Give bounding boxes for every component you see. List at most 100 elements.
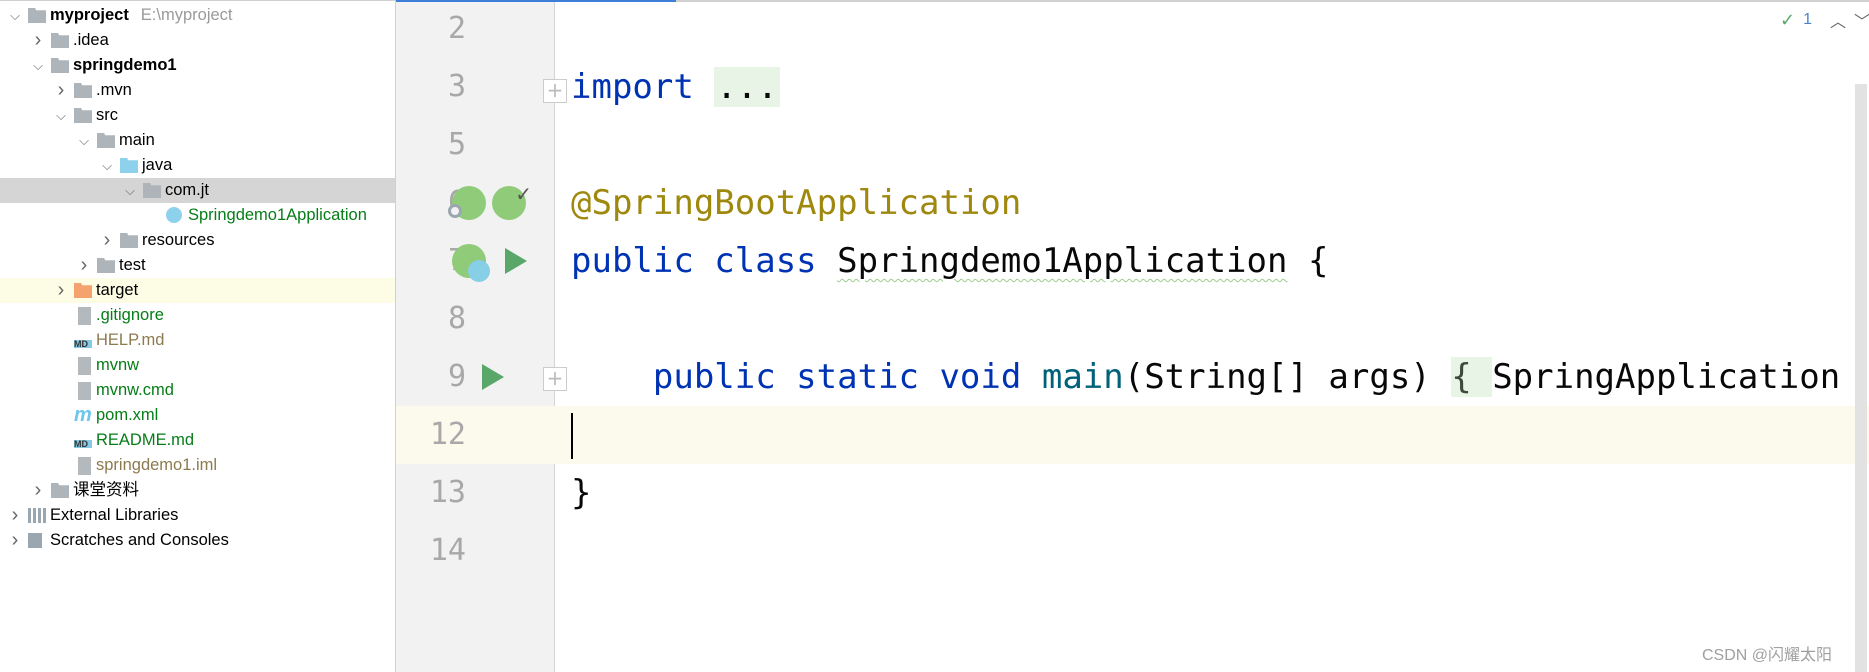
spring-boot-class-icon [166,207,182,223]
resources-folder-icon [120,233,138,248]
tree-item[interactable]: › External Libraries [0,503,395,528]
module-folder-icon [51,58,69,73]
maven-icon: m [74,404,92,426]
module-folder-icon [28,8,46,23]
code-line-13[interactable]: } [571,464,591,522]
tree-item-label: .gitignore [96,306,164,324]
tree-item-label: Springdemo1Application [188,206,367,224]
line-number: 5 [447,127,466,162]
line-number: 9 [447,359,466,394]
tree-item-label: pom.xml [96,406,159,424]
keyword: public class [571,241,817,281]
tree-item[interactable]: mvnw.cmd [0,378,395,403]
tree-item[interactable]: › .mvn [0,78,395,103]
tree-item-label: 课堂资料 [73,481,139,499]
package-icon [143,183,161,198]
chevron-right-icon[interactable]: › [31,28,45,53]
class-icon [468,260,490,282]
spring-bean-icon[interactable] [448,186,486,220]
tree-item[interactable]: mvnw [0,353,395,378]
shell-script-icon [78,357,91,375]
line-number: 2 [447,11,466,46]
chevron-right-icon[interactable]: › [54,78,68,103]
tree-item-label: Scratches and Consoles [50,531,229,549]
scratches-icon [28,533,42,548]
run-class-icon[interactable] [505,248,527,274]
line-number: 12 [429,417,466,452]
chevron-right-icon[interactable]: › [100,228,114,253]
keyword: public static void [652,357,1022,397]
tree-item[interactable]: › Scratches and Consoles [0,528,395,553]
keyword: import [571,67,694,107]
chevron-up-icon[interactable]: ︿ [1830,8,1846,32]
tree-item-label: resources [142,231,215,249]
tree-item-label: springdemo1 [73,56,177,74]
chevron-right-icon[interactable]: › [31,478,45,503]
chevron-down-icon[interactable]: ⌵ [77,128,91,153]
tree-item[interactable]: ⌵ java [0,153,395,178]
tree-item-label: test [119,256,146,274]
code-text: SpringApplication [1492,357,1841,397]
text-caret [571,413,573,459]
source-folder-icon [120,158,138,173]
chevron-down-icon[interactable]: ⌵ [8,3,22,28]
tree-item-label: mvnw.cmd [96,381,174,399]
class-name: Springdemo1Application [837,241,1288,281]
tree-item[interactable]: › test [0,253,395,278]
chevron-down-icon[interactable]: ﹀ [1854,8,1869,32]
tree-item-label: main [119,131,155,149]
tree-item[interactable]: m pom.xml [0,403,395,428]
folded-body[interactable]: { [1451,357,1493,397]
chevron-right-icon[interactable]: › [54,278,68,303]
chevron-right-icon[interactable]: › [77,253,91,278]
line-number: 3 [447,69,466,104]
tree-item[interactable]: MD HELP.md [0,328,395,353]
tree-item-label: target [96,281,139,299]
tree-item[interactable]: ⌵ com.jt [0,178,395,203]
tree-item-label: .idea [73,31,109,49]
spring-boot-class-icon[interactable] [452,244,490,282]
tree-item[interactable]: ⌵ src [0,103,395,128]
fold-expand-icon[interactable]: + [543,79,567,103]
tree-item[interactable]: › 课堂资料 [0,478,395,503]
line-number: 8 [447,301,466,336]
watermark: CSDN @闪耀太阳 [1702,647,1833,664]
tree-item-label: .mvn [96,81,132,99]
chevron-right-icon[interactable]: › [8,528,22,553]
params: (String[] args) [1123,357,1452,397]
run-main-icon[interactable] [482,364,504,390]
iml-file-icon [78,457,91,475]
tree-item-label: HELP.md [96,331,165,349]
tree-item[interactable]: MD README.md [0,428,395,453]
folder-icon [74,108,92,123]
tree-item-label: springdemo1.iml [96,456,218,474]
chevron-down-icon[interactable]: ⌵ [54,103,68,128]
tree-item[interactable]: › resources [0,228,395,253]
folder-icon [74,83,92,98]
inspection-widget[interactable]: ✓ 1 ︿ ﹀ [1780,8,1869,32]
chevron-down-icon[interactable]: ⌵ [31,53,45,78]
tree-item[interactable]: ⌵ myproject E:\myproject [0,3,395,28]
tree-item[interactable]: .gitignore [0,303,395,328]
chevron-down-icon[interactable]: ⌵ [100,153,114,178]
fold-expand-icon[interactable]: + [543,367,567,391]
code-line-6[interactable]: @SpringBootApplication [571,174,1021,232]
tree-item[interactable]: ⌵ main [0,128,395,153]
tree-item-label: java [142,156,173,174]
vertical-scrollbar[interactable] [1855,84,1867,672]
tree-item[interactable]: Springdemo1Application [0,203,395,228]
folded-imports[interactable]: ... [714,67,780,107]
code-line-9[interactable]: public static void main(String[] args) {… [571,348,1840,406]
chevron-down-icon[interactable]: ⌵ [123,178,137,203]
line-number: 13 [429,475,466,510]
tree-item[interactable]: ⌵ springdemo1 [0,53,395,78]
code-line-7[interactable]: public class Springdemo1Application { [571,232,1328,290]
chevron-right-icon[interactable]: › [8,503,22,528]
tree-item[interactable]: › target [0,278,395,303]
tree-item[interactable]: › .idea [0,28,395,53]
tree-item[interactable]: springdemo1.iml [0,453,395,478]
spring-config-icon[interactable]: ✓ [492,184,532,220]
code-line-3[interactable]: import ... [571,58,780,116]
excluded-folder-icon [74,283,92,298]
